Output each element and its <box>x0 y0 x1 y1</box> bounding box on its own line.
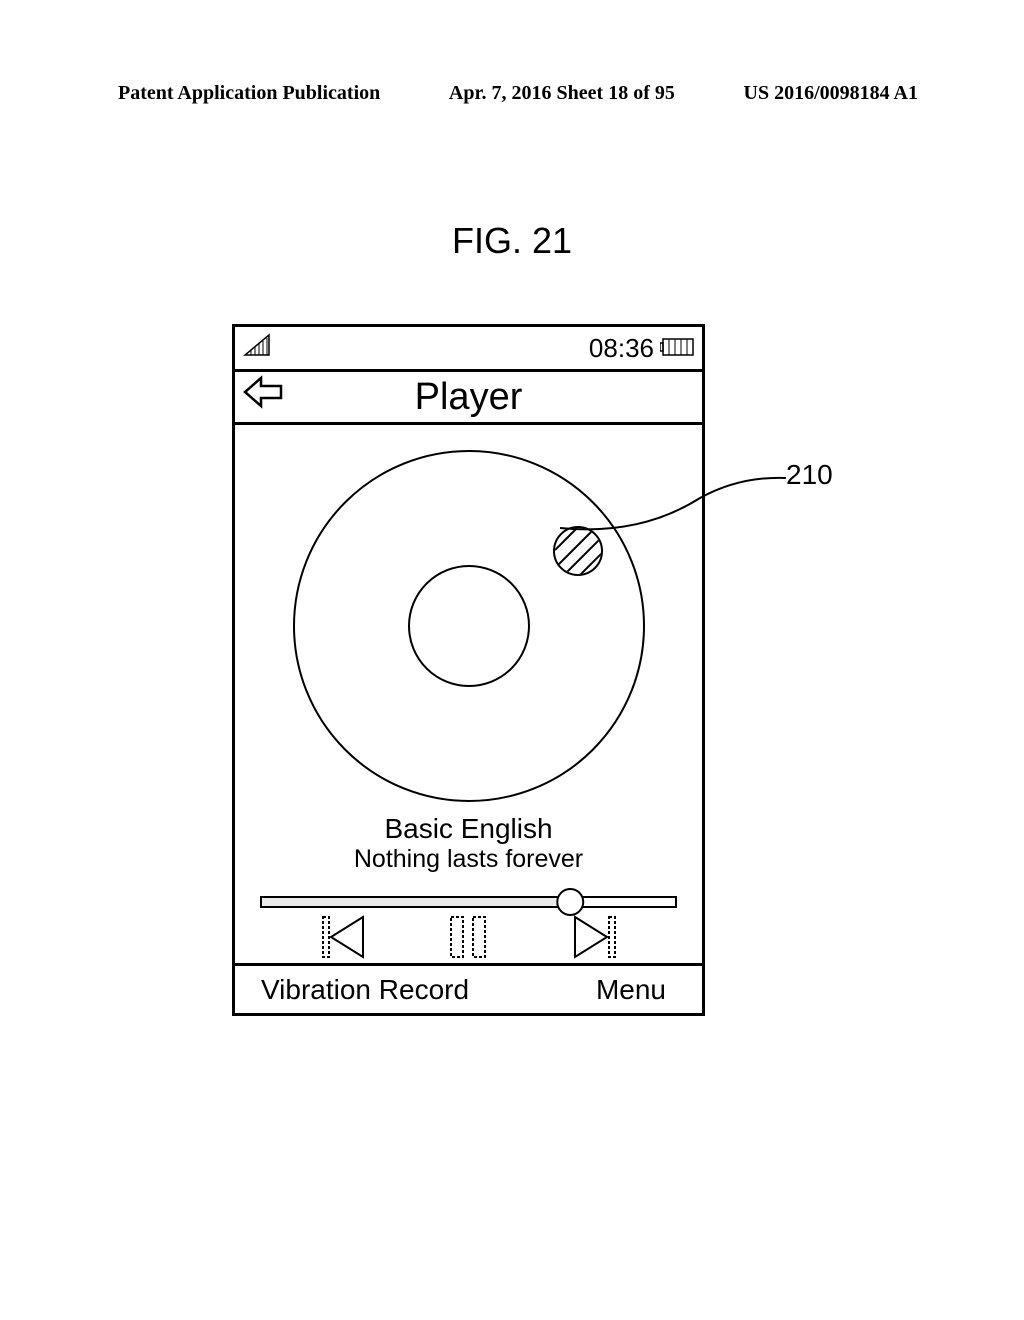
status-bar: 08:36 <box>235 327 702 369</box>
screen-title: Player <box>235 376 702 419</box>
signal-icon <box>243 333 271 364</box>
progress-slider[interactable] <box>259 887 678 917</box>
disc-marker-icon[interactable] <box>553 526 603 576</box>
playback-controls <box>235 915 702 964</box>
title-bar: Player <box>235 369 702 425</box>
disc-graphic <box>293 450 645 802</box>
figure-label: FIG. 21 <box>0 220 1024 262</box>
status-time: 08:36 <box>589 333 654 364</box>
bottom-bar: Vibration Record Menu <box>235 963 702 1013</box>
pause-button[interactable] <box>447 915 491 964</box>
callout-ref: 210 <box>786 459 833 491</box>
page-header: Patent Application Publication Apr. 7, 2… <box>118 82 918 105</box>
header-publication: Patent Application Publication <box>118 82 380 105</box>
previous-button[interactable] <box>321 915 367 964</box>
track-title: Basic English <box>235 813 702 845</box>
disc-center <box>408 565 530 687</box>
back-arrow-icon[interactable] <box>241 374 285 420</box>
header-pubnum: US 2016/0098184 A1 <box>744 82 918 105</box>
player-area: Basic English Nothing lasts forever <box>235 425 702 963</box>
device-frame: 08:36 Player <box>232 324 705 1016</box>
header-sheet: Apr. 7, 2016 Sheet 18 of 95 <box>449 82 675 105</box>
track-subtitle: Nothing lasts forever <box>235 845 702 874</box>
next-button[interactable] <box>571 915 617 964</box>
battery-icon <box>660 333 696 364</box>
track-info: Basic English Nothing lasts forever <box>235 813 702 874</box>
vibration-record-button[interactable]: Vibration Record <box>261 974 469 1006</box>
menu-button[interactable]: Menu <box>596 974 666 1006</box>
